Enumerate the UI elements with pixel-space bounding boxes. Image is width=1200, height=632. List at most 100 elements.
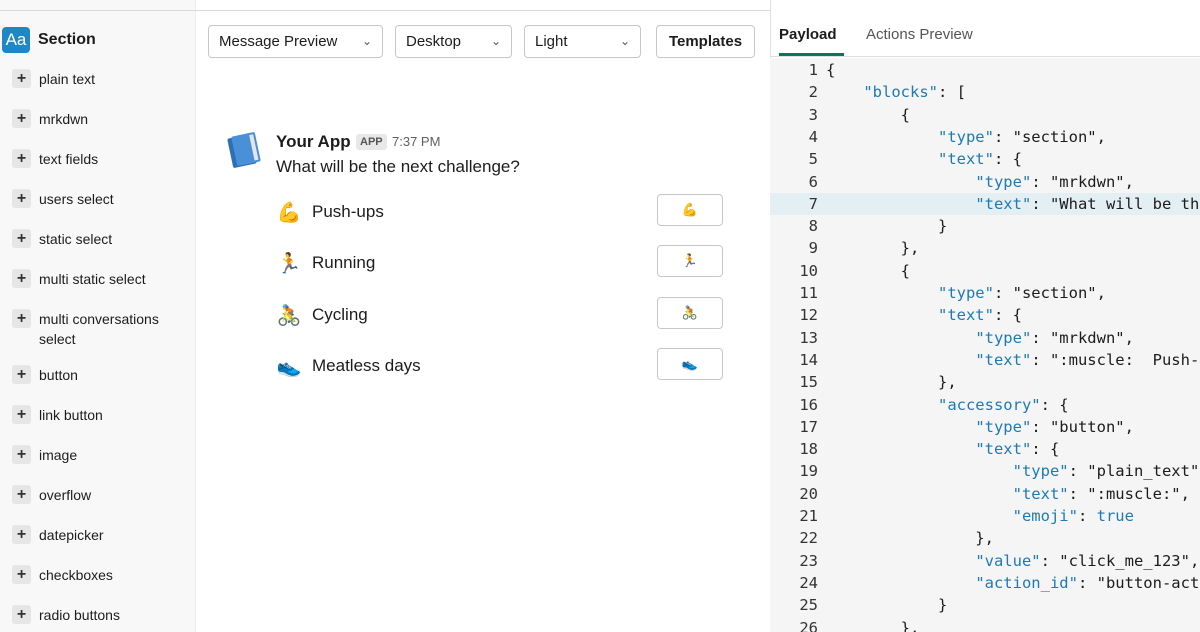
code-text: "text": {	[975, 440, 1060, 459]
preview-divider	[196, 10, 770, 11]
code-text: "type": "section",	[937, 284, 1106, 302]
sidebar-item-label: link button	[39, 407, 103, 423]
tab-divider	[771, 56, 1200, 57]
sidebar-item-plain-text[interactable]: + plain text	[12, 69, 95, 89]
code-line[interactable]: 16 "accessory": {	[770, 394, 1200, 416]
chevron-down-icon: ⌄	[490, 34, 501, 48]
challenge-label: Running	[312, 253, 376, 272]
code-line[interactable]: 15 },	[770, 371, 1200, 393]
line-number: 21	[799, 507, 818, 525]
plus-icon: +	[12, 189, 31, 208]
code-text: "text": {	[937, 306, 1022, 325]
code-line[interactable]: 14 "text": ":muscle: Push-u	[770, 349, 1200, 371]
code-line[interactable]: 22 },	[770, 527, 1200, 549]
challenge-button-cycling[interactable]: 🚴	[657, 297, 723, 329]
code-text: "type": "mrkdwn",	[975, 328, 1134, 347]
tab-actions-preview[interactable]: Actions Preview	[866, 26, 973, 43]
preview-mode-select[interactable]: Message Preview ⌄	[208, 25, 383, 58]
sidebar-item-label: button	[39, 367, 78, 383]
device-select[interactable]: Desktop ⌄	[395, 25, 512, 58]
templates-button[interactable]: Templates	[656, 25, 755, 58]
sidebar-item-multi-conversations-select[interactable]: + multi conversations select	[12, 309, 179, 349]
code-line[interactable]: 26 },	[770, 617, 1200, 632]
sidebar-item-label: plain text	[39, 71, 96, 87]
code-line[interactable]: 1{	[770, 59, 1200, 81]
challenge-button-running[interactable]: 🏃	[657, 245, 723, 277]
line-number: 22	[799, 529, 818, 548]
line-number: 9	[808, 239, 818, 258]
challenge-button-push-ups[interactable]: 💪	[657, 194, 723, 226]
message-timestamp[interactable]: 7:37 PM	[392, 134, 440, 149]
device-value: Desktop	[406, 33, 462, 50]
sidebar-item-static-select[interactable]: + static select	[12, 229, 112, 249]
code-line[interactable]: 7 "text": "What will be the	[770, 192, 1200, 215]
code-text: "accessory": {	[937, 395, 1069, 414]
sidebar-item-datepicker[interactable]: + datepicker	[12, 525, 104, 545]
sidebar-item-link-button[interactable]: + link button	[12, 405, 103, 425]
code-line[interactable]: 13 "type": "mrkdwn",	[770, 327, 1200, 349]
code-line[interactable]: 20 "text": ":muscle:",	[770, 483, 1200, 505]
code-text: "text": {	[937, 150, 1022, 169]
code-line[interactable]: 19 "type": "plain_text",	[770, 460, 1200, 482]
code-line[interactable]: 4 "type": "section",	[770, 126, 1200, 148]
sidebar-item-overflow[interactable]: + overflow	[12, 485, 91, 505]
chevron-down-icon: ⌄	[361, 34, 372, 48]
code-line[interactable]: 18 "text": {	[770, 438, 1200, 460]
plus-icon: +	[12, 309, 31, 328]
code-line[interactable]: 21 "emoji": true	[770, 505, 1200, 527]
sidebar-item-label: multi static select	[39, 271, 146, 287]
sidebar-item-label: mrkdwn	[39, 111, 89, 127]
sidebar-item-radio-buttons[interactable]: + radio buttons	[12, 605, 120, 625]
sidebar-item-checkboxes[interactable]: + checkboxes	[12, 565, 113, 585]
code-line[interactable]: 6 "type": "mrkdwn",	[770, 171, 1200, 193]
app-badge: APP	[356, 134, 387, 150]
plus-icon: +	[12, 405, 31, 424]
bicyclist-icon: 🚴	[276, 303, 302, 327]
line-number: 11	[799, 284, 818, 302]
code-line[interactable]: 9 },	[770, 237, 1200, 259]
code-text: "type": "section",	[937, 127, 1106, 146]
plus-icon: +	[12, 485, 31, 504]
sidebar-item-text-fields[interactable]: + text fields	[12, 149, 98, 169]
code-text: "text": ":muscle: Push-u	[975, 350, 1200, 369]
sidebar-item-mrkdwn[interactable]: + mrkdwn	[12, 109, 88, 129]
code-text: },	[826, 373, 957, 392]
sidebar-item-multi-static-select[interactable]: + multi static select	[12, 269, 146, 289]
code-line[interactable]: 25 }	[770, 594, 1200, 616]
code-line[interactable]: 24 "action_id": "button-acti	[770, 572, 1200, 594]
code-line[interactable]: 17 "type": "button",	[770, 416, 1200, 438]
sidebar-item-button[interactable]: + button	[12, 365, 78, 385]
challenge-row-cycling: 🚴 Cycling 🚴	[276, 297, 724, 331]
code-line[interactable]: 5 "text": {	[770, 148, 1200, 170]
sidebar-item-label: datepicker	[39, 527, 104, 543]
line-number: 10	[799, 261, 818, 280]
app-name[interactable]: Your App	[276, 132, 351, 152]
message-text: What will be the next challenge?	[276, 157, 520, 176]
theme-select[interactable]: Light ⌄	[524, 25, 641, 58]
shoe-icon: 👟	[276, 354, 302, 378]
challenge-button-meatless-days[interactable]: 👟	[657, 348, 723, 380]
sidebar-item-label: text fields	[39, 151, 99, 167]
code-text: },	[826, 529, 994, 548]
sidebar-item-users-select[interactable]: + users select	[12, 189, 114, 209]
tab-payload[interactable]: Payload	[779, 26, 837, 43]
line-number: 19	[799, 462, 818, 481]
code-line[interactable]: 8 }	[770, 215, 1200, 237]
code-line[interactable]: 23 "value": "click_me_123",	[770, 550, 1200, 572]
section-type-icon: Aa	[2, 27, 30, 53]
code-line[interactable]: 10 {	[770, 260, 1200, 282]
json-code-editor[interactable]: 1{2 "blocks": [3 {4 "type": "section", 5 …	[770, 58, 1200, 632]
code-line[interactable]: 12 "text": {	[770, 304, 1200, 326]
code-line[interactable]: 2 "blocks": [	[770, 81, 1200, 103]
section-title: Section	[38, 31, 96, 48]
sidebar-item-image[interactable]: + image	[12, 445, 77, 465]
code-line[interactable]: 3 {	[770, 104, 1200, 126]
code-text: {	[826, 105, 910, 124]
line-number: 25	[799, 596, 818, 615]
challenge-row-push-ups: 💪 Push-ups 💪	[276, 194, 724, 228]
challenge-row-running: 🏃 Running 🏃	[276, 245, 724, 279]
line-number: 2	[808, 83, 818, 102]
code-line[interactable]: 11 "type": "section",	[770, 282, 1200, 304]
line-number: 17	[799, 417, 818, 436]
code-text: },	[826, 239, 920, 258]
